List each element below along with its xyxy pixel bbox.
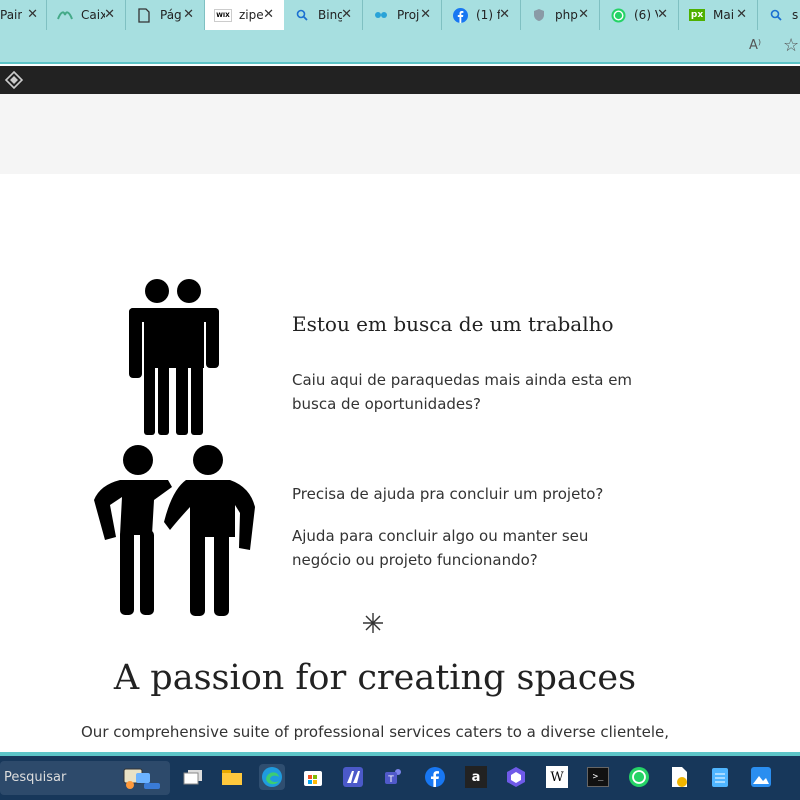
close-icon[interactable]: ✕ [183, 8, 194, 21]
search-input[interactable]: Pesquisar [4, 770, 66, 785]
section-heading-job: Estou em busca de um trabalho [292, 312, 614, 336]
section-heading-project: Precisa de ajuda pra concluir um projeto… [292, 485, 604, 503]
tab-pain[interactable]: Pain ✕ [0, 0, 47, 30]
tab-title: (6) V [634, 8, 658, 22]
header-band [0, 94, 800, 174]
close-icon[interactable]: ✕ [578, 8, 589, 21]
tab-facebook[interactable]: (1) f ✕ [442, 0, 521, 30]
whatsapp-icon [610, 7, 626, 23]
taskbar: Pesquisar T a W >_ [0, 756, 800, 800]
task-view-icon[interactable] [180, 764, 206, 790]
amazon-icon[interactable]: a [463, 764, 489, 790]
link-icon [373, 7, 389, 23]
close-icon[interactable]: ✕ [263, 8, 274, 21]
asterisk-divider-icon [362, 612, 384, 638]
people-illustration [90, 275, 260, 624]
store-icon[interactable] [300, 764, 326, 790]
tab-title: Bing [318, 8, 342, 22]
px-badge: px [688, 9, 706, 21]
tab-pag[interactable]: Pág ✕ [126, 0, 205, 30]
tab-title: (1) f [476, 8, 500, 22]
edge-icon[interactable] [259, 764, 285, 790]
file-explorer-icon[interactable] [219, 764, 245, 790]
wiki-letter: W [546, 766, 568, 788]
close-icon[interactable]: ✕ [420, 8, 431, 21]
page-title: A passion for creating spaces [113, 658, 637, 698]
close-icon[interactable]: ✕ [657, 8, 668, 21]
tab-title: Proj [397, 8, 420, 22]
pdf-icon[interactable] [666, 764, 692, 790]
tab-title: sil [792, 8, 798, 22]
tab-whatsapp[interactable]: (6) V ✕ [600, 0, 679, 30]
facebook-icon [452, 7, 468, 23]
close-icon[interactable]: ✕ [104, 8, 115, 21]
taskbar-search[interactable]: Pesquisar [0, 761, 170, 795]
tab-title: Pain [0, 8, 22, 22]
section-text-job: Caiu aqui de paraquedas mais ainda esta … [292, 371, 633, 413]
tab-proj[interactable]: Proj ✕ [363, 0, 442, 30]
app2-icon[interactable] [503, 764, 529, 790]
tab-caix[interactable]: Caix ✕ [47, 0, 126, 30]
app-icon[interactable] [340, 764, 366, 790]
search-highlight-icon [120, 767, 164, 791]
tab-mai[interactable]: px Mai ✕ [679, 0, 758, 30]
shield-icon [531, 7, 547, 23]
px-icon: px [688, 7, 706, 23]
tab-title: php [555, 8, 578, 22]
close-icon[interactable]: ✕ [736, 8, 747, 21]
search-icon [294, 7, 310, 23]
close-icon[interactable]: ✕ [499, 8, 510, 21]
photos-icon[interactable] [748, 764, 774, 790]
address-bar-row: A⁾ ☆ [0, 30, 800, 64]
read-aloud-icon[interactable]: A⁾ [749, 38, 761, 53]
wix-icon: WIX [214, 7, 232, 23]
tab-title: zipe [239, 8, 263, 22]
page-subtitle: Our comprehensive suite of professional … [81, 723, 669, 741]
tab-php[interactable]: php ✕ [521, 0, 600, 30]
section-text-project: Ajuda para concluir algo ou manter seu n… [292, 527, 589, 569]
teams-icon[interactable]: T [380, 764, 406, 790]
document-icon [136, 7, 152, 23]
terminal-icon[interactable]: >_ [585, 764, 611, 790]
terminal-glyph: >_ [587, 767, 609, 787]
tab-title: Mai [713, 8, 735, 22]
whatsapp-icon[interactable] [626, 764, 652, 790]
wix-badge: WIX [214, 8, 232, 22]
tab-strip: Pain ✕ Caix ✕ Pág ✕ WIX zipe ✕ Bing ✕ Pr… [0, 0, 800, 30]
star-outline-icon[interactable]: ☆ [783, 35, 799, 56]
wix-toolbar [0, 66, 800, 94]
tab-title: Pág [160, 8, 182, 22]
amazon-letter: a [465, 766, 487, 788]
search-icon [768, 7, 784, 23]
tab-bing[interactable]: Bing ✕ [284, 0, 363, 30]
tab-sil[interactable]: sil [758, 0, 798, 30]
wix-logo-icon[interactable] [4, 70, 24, 93]
wikipedia-icon[interactable]: W [544, 764, 570, 790]
plant-icon [57, 7, 73, 23]
notepad-icon[interactable] [707, 764, 733, 790]
facebook-icon[interactable] [422, 764, 448, 790]
close-icon[interactable]: ✕ [341, 8, 352, 21]
tab-zipe[interactable]: WIX zipe ✕ [205, 0, 284, 30]
svg-text:T: T [387, 775, 394, 785]
close-icon[interactable]: ✕ [27, 8, 38, 21]
tab-title: Caix [81, 8, 105, 22]
